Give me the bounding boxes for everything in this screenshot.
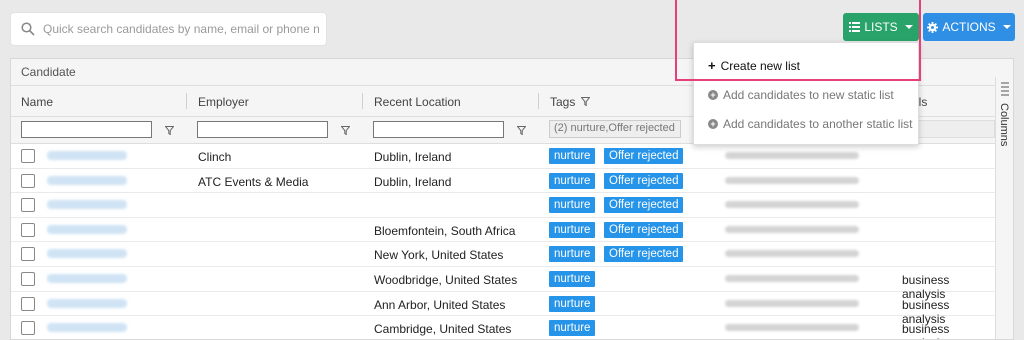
email-redacted (725, 324, 859, 332)
lists-button[interactable]: LISTS (843, 13, 919, 41)
lists-dropdown-menu: + Create new list + Add candidates to ne… (693, 42, 919, 145)
column-divider[interactable] (538, 93, 539, 109)
tag-badge: nurture (549, 246, 596, 263)
tag-badge: nurture (549, 221, 596, 238)
location-cell: Woodbridge, United States (374, 273, 518, 287)
columns-tab-label: Columns (998, 103, 1010, 147)
funnel-icon[interactable] (341, 126, 350, 135)
menu-item-add-to-new-static-list[interactable]: + Add candidates to new static list (708, 88, 894, 102)
row-checkbox[interactable] (21, 321, 35, 336)
column-name[interactable]: Name (21, 95, 53, 109)
tags-filter-select[interactable]: (2) nurture,Offer rejected (549, 120, 681, 138)
funnel-icon[interactable] (165, 126, 174, 135)
funnel-icon[interactable] (581, 97, 590, 106)
funnel-icon[interactable] (517, 126, 526, 135)
tag-badge: nurture (549, 320, 596, 337)
lists-button-label: LISTS (864, 20, 898, 34)
menu-item-label: Add candidates to new static list (723, 88, 894, 102)
employer-cell: Clinch (198, 150, 232, 164)
location-cell: Dublin, Ireland (374, 174, 452, 189)
candidate-name-redacted[interactable] (47, 224, 127, 234)
plus-circle-icon: + (708, 119, 718, 129)
search-input[interactable] (43, 22, 319, 36)
columns-icon (1001, 82, 1009, 96)
email-redacted (725, 275, 859, 282)
email-redacted (725, 299, 859, 307)
caret-down-icon (1002, 25, 1011, 29)
row-checkbox[interactable] (21, 272, 35, 286)
location-cell: Bloemfontein, South Africa (374, 223, 516, 238)
actions-button-label: ACTIONS (942, 20, 996, 34)
candidate-name-redacted[interactable] (47, 200, 127, 210)
list-icon (849, 22, 861, 32)
tag-badge: Offer rejected (604, 221, 684, 238)
email-redacted (725, 225, 859, 233)
candidate-name-redacted[interactable] (47, 274, 127, 283)
tag-badge: nurture (549, 148, 596, 164)
row-checkbox[interactable] (21, 173, 35, 188)
columns-side-tab[interactable]: Columns (995, 77, 1013, 339)
row-checkbox[interactable] (21, 247, 35, 262)
actions-button[interactable]: ACTIONS (923, 13, 1015, 41)
email-redacted (725, 152, 859, 159)
location-cell: New York, United States (374, 248, 504, 263)
column-divider[interactable] (186, 93, 187, 109)
email-redacted (725, 201, 859, 209)
employer-cell: ATC Events & Media (198, 174, 309, 189)
tag-badge: nurture (549, 271, 596, 287)
column-tags[interactable]: Tags (550, 95, 575, 109)
candidate-name-redacted[interactable] (47, 249, 127, 259)
employer-filter-input[interactable] (197, 121, 328, 138)
email-redacted (725, 176, 859, 184)
table-row[interactable]: New York, United States nurture Offer reje… (11, 242, 996, 267)
location-cell: Dublin, Ireland (374, 150, 452, 164)
table-row[interactable]: Woodbridge, United States nurture business… (11, 267, 996, 301)
location-cell: Ann Arbor, United States (374, 297, 506, 312)
menu-item-add-to-another-static-list[interactable]: + Add candidates to another static list (708, 117, 912, 131)
table-row[interactable]: Bloemfontein, South Africa nurture Offer r… (11, 218, 996, 243)
candidate-name-redacted[interactable] (47, 151, 127, 160)
tag-badge: Offer rejected (604, 246, 684, 263)
tag-badge: nurture (549, 197, 596, 214)
row-checkbox[interactable] (21, 296, 35, 311)
email-redacted (725, 250, 859, 258)
caret-down-icon (904, 25, 913, 29)
candidate-name-redacted[interactable] (47, 175, 127, 185)
column-divider[interactable] (362, 93, 363, 109)
row-checkbox[interactable] (21, 149, 35, 163)
candidate-name-redacted[interactable] (47, 298, 127, 308)
menu-item-label: Add candidates to another static list (723, 117, 913, 131)
name-filter-input[interactable] (21, 121, 152, 138)
search-icon (21, 22, 35, 36)
table-row[interactable]: ATC Events & Media Dublin, Ireland nurture… (11, 169, 996, 194)
column-employer[interactable]: Employer (198, 95, 249, 109)
skills-cell: business analysis (902, 322, 950, 339)
table-row[interactable]: Clinch Dublin, Ireland nurture Offer reject… (11, 144, 996, 169)
plus-circle-icon: + (708, 90, 718, 100)
tag-badge: Offer rejected (604, 172, 684, 189)
row-checkbox[interactable] (21, 198, 35, 213)
search-box[interactable] (10, 12, 327, 46)
skills-filter-input[interactable] (915, 120, 995, 138)
location-filter-input[interactable] (373, 121, 504, 138)
tag-badge: Offer rejected (604, 148, 684, 164)
column-recent-location[interactable]: Recent Location (374, 95, 461, 109)
location-cell: Cambridge, United States (374, 322, 512, 337)
table-row[interactable]: Cambridge, United States nurture business … (11, 316, 996, 339)
tag-badge: Offer rejected (604, 197, 684, 214)
gear-icon (927, 21, 939, 33)
tag-badge: nurture (549, 172, 596, 189)
table-row[interactable]: nurture Offer rejected (11, 193, 996, 218)
tag-badge: nurture (549, 295, 596, 312)
menu-item-create-new-list[interactable]: + Create new list (708, 59, 800, 73)
plus-icon: + (708, 58, 716, 73)
row-checkbox[interactable] (21, 222, 35, 237)
table-row[interactable]: Ann Arbor, United States nurture business … (11, 292, 996, 326)
menu-item-label: Create new list (720, 59, 800, 73)
candidate-name-redacted[interactable] (47, 323, 127, 333)
